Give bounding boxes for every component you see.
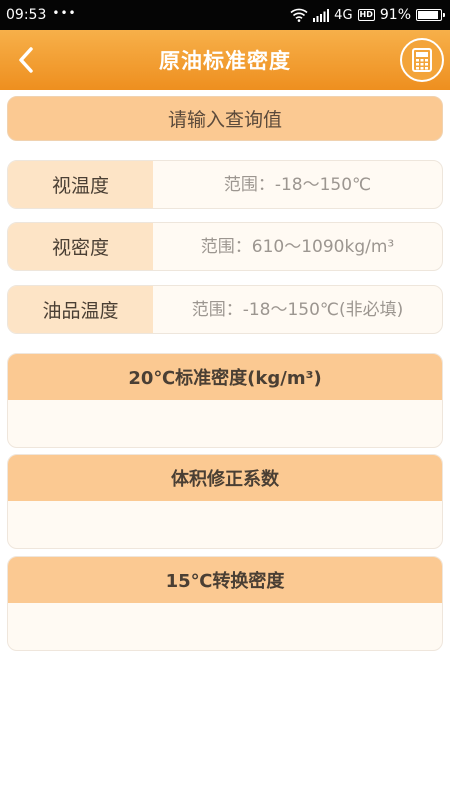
standard-density-value (8, 400, 442, 447)
hd-badge: HD (357, 9, 375, 21)
chevron-left-icon (19, 47, 33, 73)
battery-level (418, 11, 439, 19)
standard-density-title: 20℃标准密度(kg/m³) (8, 354, 442, 400)
status-bar-left: 09:53 ••• (6, 6, 77, 23)
calculator-button[interactable] (400, 38, 444, 82)
wifi-icon (290, 8, 308, 22)
query-prompt: 请输入查询值 (7, 96, 443, 141)
apparent-temperature-row: 视温度 (7, 160, 443, 209)
apparent-temperature-label: 视温度 (8, 161, 153, 208)
apparent-temperature-input[interactable] (153, 161, 442, 208)
title-bar: 原油标准密度 (0, 30, 450, 90)
apparent-density-label: 视密度 (8, 223, 153, 270)
clock: 09:53 (6, 7, 47, 23)
volume-correction-result: 体积修正系数 (7, 454, 443, 549)
volume-correction-title: 体积修正系数 (8, 455, 442, 501)
oil-temperature-label: 油品温度 (8, 286, 153, 333)
volume-correction-value (8, 501, 442, 548)
converted-density-result: 15℃转换密度 (7, 556, 443, 651)
standard-density-result: 20℃标准密度(kg/m³) (7, 353, 443, 448)
notification-dots-icon: ••• (52, 6, 77, 20)
battery-icon (416, 9, 445, 21)
converted-density-title: 15℃转换密度 (8, 557, 442, 603)
apparent-density-row: 视密度 (7, 222, 443, 271)
network-type: 4G (334, 7, 353, 23)
page-title: 原油标准密度 (159, 49, 291, 73)
status-bar: 09:53 ••• 4G HD 91% (0, 0, 450, 30)
oil-temperature-row: 油品温度 (7, 285, 443, 334)
battery-percent: 91% (379, 7, 411, 23)
status-bar-right: 4G HD 91% (290, 7, 445, 23)
signal-icon (313, 8, 330, 22)
converted-density-value (8, 603, 442, 650)
back-button[interactable] (18, 44, 44, 76)
oil-temperature-input[interactable] (153, 286, 442, 333)
apparent-density-input[interactable] (153, 223, 442, 270)
calculator-icon (412, 48, 432, 72)
